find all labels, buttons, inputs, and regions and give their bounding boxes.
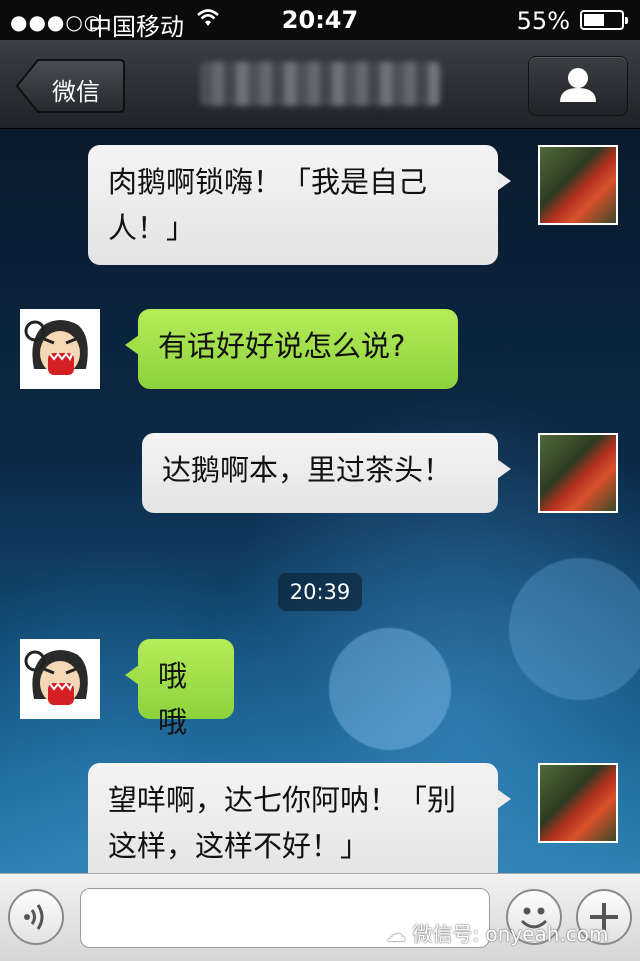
back-button[interactable]: 微信 bbox=[16, 58, 126, 114]
message-text: 望咩啊，达七你阿呐！「别这样，这样不好！」 bbox=[108, 783, 457, 863]
contact-avatar[interactable] bbox=[20, 309, 100, 389]
message-text: 哦哦 bbox=[158, 659, 188, 739]
watermark-label: 微信号: onyeah.com bbox=[412, 922, 609, 946]
message-text: 有话好好说怎么说? bbox=[158, 329, 406, 363]
incoming-message[interactable]: 有话好好说怎么说? bbox=[125, 309, 458, 389]
message-text: 肉鹅啊锁嗨！「我是自己人！」 bbox=[108, 165, 428, 245]
my-avatar[interactable] bbox=[538, 145, 618, 225]
battery-fill bbox=[584, 14, 604, 26]
outgoing-message[interactable]: 达鹅啊本，里过茶头！ bbox=[142, 433, 511, 513]
cartoon-face-icon bbox=[24, 320, 88, 375]
chat-area[interactable]: 肉鹅啊锁嗨！「我是自己人！」 有话好好说怎么说? 达鹅啊本，里过茶头！ 20:3… bbox=[0, 129, 640, 873]
cartoon-face-icon bbox=[24, 650, 88, 705]
my-avatar[interactable] bbox=[538, 763, 618, 843]
message-timestamp: 20:39 bbox=[278, 573, 362, 611]
outgoing-message[interactable]: 望咩啊，达七你阿呐！「别这样，这样不好！」 bbox=[88, 763, 511, 873]
back-button-label: 微信 bbox=[52, 78, 100, 106]
watermark-text: ☁ 微信号: onyeah.com bbox=[386, 918, 609, 947]
my-avatar[interactable] bbox=[538, 433, 618, 513]
battery-percentage: 55% bbox=[516, 7, 570, 35]
status-bar: ●●●○○ 中国移动 20:47 55% bbox=[0, 0, 640, 41]
person-icon bbox=[560, 68, 596, 102]
contact-avatar[interactable] bbox=[20, 639, 100, 719]
battery-icon bbox=[580, 10, 628, 30]
conversation-title-obscured bbox=[200, 62, 440, 106]
voice-input-button[interactable] bbox=[8, 889, 64, 945]
wechat-logo-icon: ☁ bbox=[386, 922, 406, 946]
outgoing-message[interactable]: 肉鹅啊锁嗨！「我是自己人！」 bbox=[88, 145, 511, 265]
incoming-message[interactable]: 哦哦 bbox=[125, 639, 234, 739]
voice-icon bbox=[24, 904, 44, 930]
message-input-bar: ☁ 微信号: onyeah.com bbox=[0, 873, 640, 961]
contact-info-button[interactable] bbox=[528, 56, 628, 116]
message-text: 达鹅啊本，里过茶头！ bbox=[162, 453, 453, 487]
navigation-bar: 微信 bbox=[0, 40, 640, 129]
battery-nub bbox=[625, 17, 628, 24]
